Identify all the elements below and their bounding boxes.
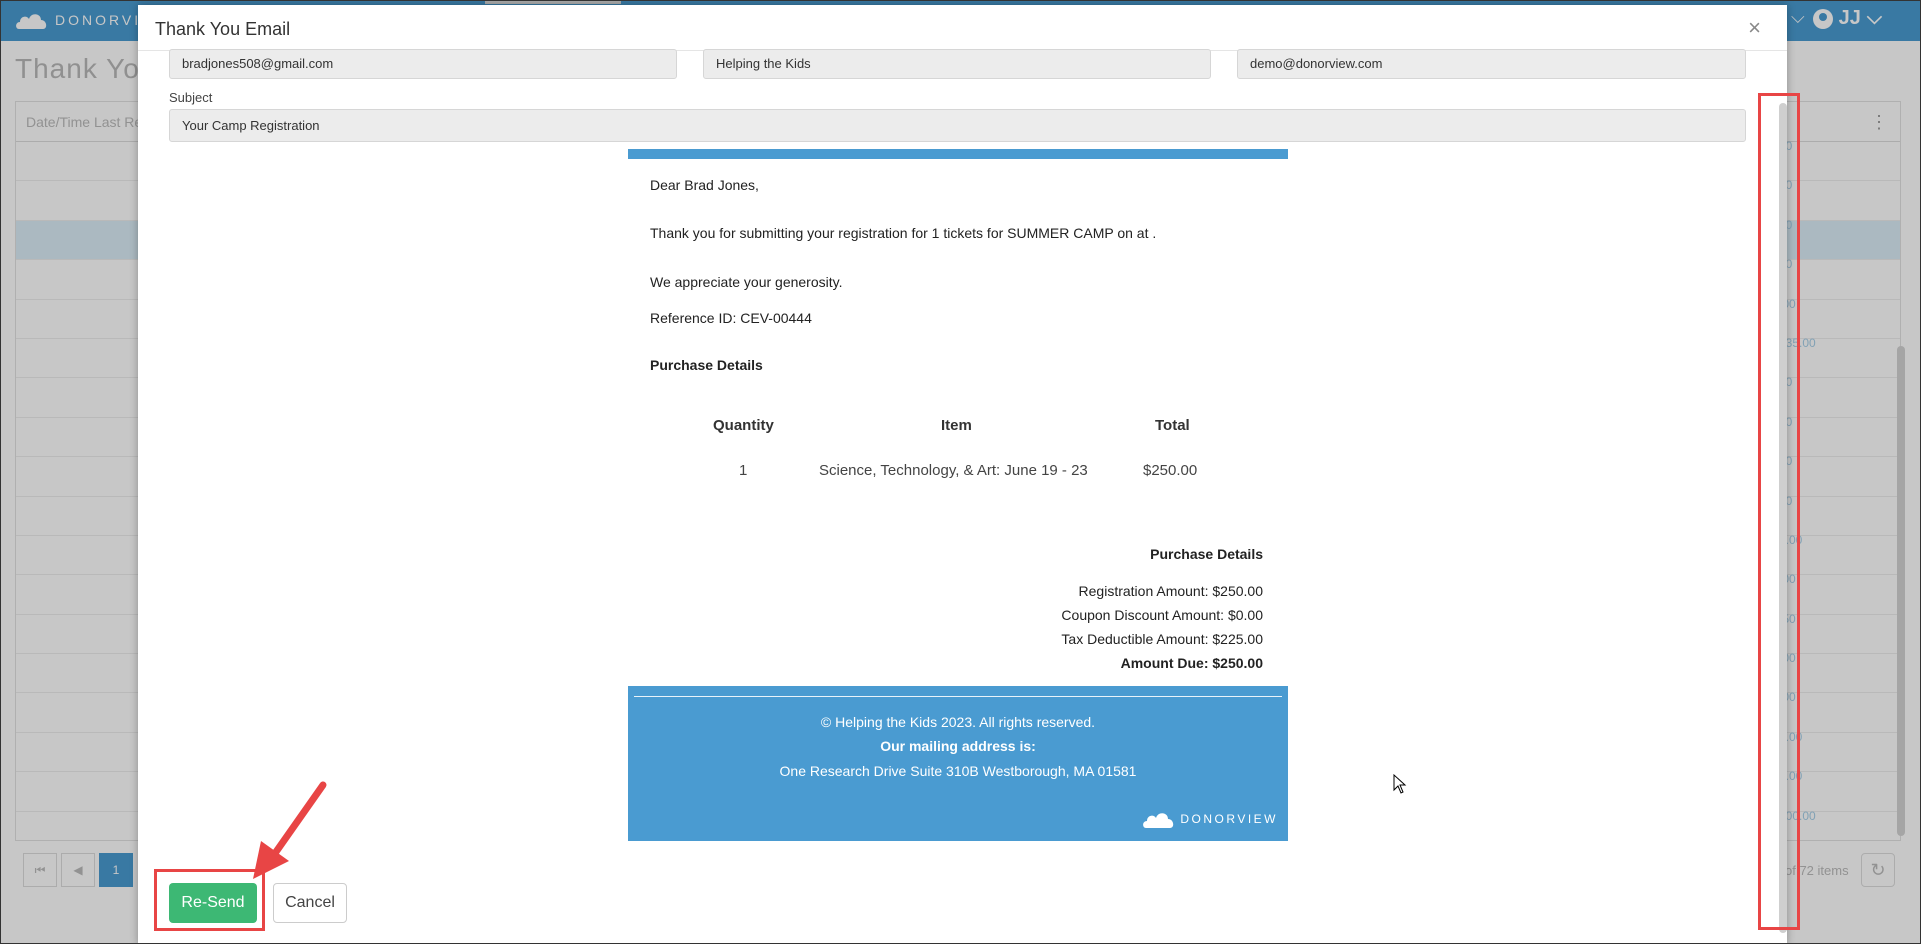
footer-divider [634, 696, 1282, 697]
cancel-button[interactable]: Cancel [273, 883, 347, 923]
table-cell-total: $250.00 [1143, 462, 1198, 479]
footer-address: One Research Drive Suite 310B Westboroug… [779, 763, 1137, 779]
from-email-field[interactable]: demo@donorview.com [1237, 49, 1746, 79]
subject-field[interactable]: Your Camp Registration [169, 109, 1746, 142]
subject-label: Subject [169, 90, 213, 105]
email-footer: © Helping the Kids 2023. All rights rese… [628, 686, 1288, 841]
coupon-discount: Coupon Discount Amount: $0.00 [1061, 607, 1263, 623]
reference-id: Reference ID: CEV-00444 [650, 310, 812, 326]
tax-deductible: Tax Deductible Amount: $225.00 [1061, 631, 1263, 647]
summary-heading: Purchase Details [1150, 546, 1263, 562]
email-preview: Dear Brad Jones, Thank you for submittin… [628, 149, 1288, 841]
footer-brand-logo: DONORVIEW [1142, 808, 1278, 830]
close-icon[interactable]: × [1748, 15, 1761, 41]
annotation-arrow [253, 781, 327, 879]
footer-mailing-label: Our mailing address is: [880, 738, 1036, 754]
table-header-quantity: Quantity [713, 417, 774, 434]
from-name-field[interactable]: Helping the Kids [703, 49, 1211, 79]
modal-header: Thank You Email × [138, 5, 1787, 51]
annotation-highlight-resend [154, 869, 265, 931]
cloud-logo-icon [1143, 813, 1174, 828]
table-cell-item: Science, Technology, & Art: June 19 - 23 [819, 462, 1088, 479]
email-greeting: Dear Brad Jones, [650, 177, 759, 193]
table-header-item: Item [941, 417, 972, 434]
footer-copyright: © Helping the Kids 2023. All rights rese… [820, 714, 1096, 730]
table-header-total: Total [1155, 417, 1190, 434]
email-body-line: Thank you for submitting your registrati… [650, 225, 1157, 241]
screen: DONORVIE ⌵ JJ ⌵ Thank You Date/Time Last… [0, 0, 1921, 944]
amount-due: Amount Due: $250.00 [1120, 655, 1263, 671]
registration-amount: Registration Amount: $250.00 [1078, 583, 1263, 599]
to-email-field[interactable]: bradjones508@gmail.com [169, 49, 677, 79]
modal-title: Thank You Email [155, 19, 291, 39]
email-body-line: We appreciate your generosity. [650, 274, 843, 290]
table-cell-quantity: 1 [739, 462, 748, 479]
cursor-icon [1393, 774, 1407, 794]
footer-brand-name: DONORVIEW [1180, 812, 1278, 826]
purchase-heading: Purchase Details [650, 357, 763, 373]
annotation-highlight-scrollbar [1758, 93, 1800, 930]
email-top-bar [628, 149, 1288, 159]
